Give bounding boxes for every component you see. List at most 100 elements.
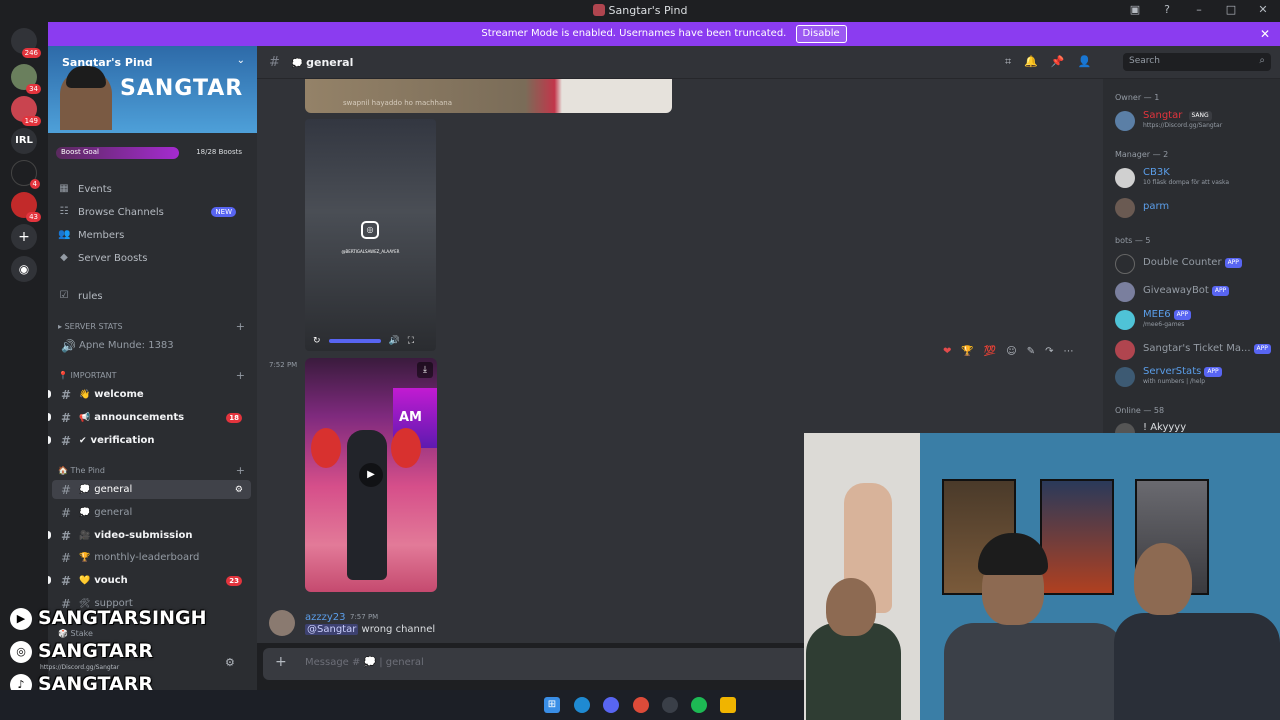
- members-icon: 👥: [58, 229, 71, 240]
- channel-apne-munde[interactable]: 🔊 Apne Munde: 1383: [52, 336, 251, 355]
- nav-events[interactable]: ▦ Events: [58, 183, 112, 195]
- channel-settings-icon[interactable]: ⚙: [235, 485, 243, 495]
- chevron-down-icon[interactable]: ⌄: [237, 55, 245, 66]
- server-icon[interactable]: 34: [11, 64, 41, 94]
- close-banner-icon[interactable]: ✕: [1260, 22, 1270, 46]
- edge-icon[interactable]: [574, 697, 590, 713]
- server-icon[interactable]: 4: [11, 160, 40, 189]
- poster-image: [1040, 479, 1114, 595]
- channel-rules[interactable]: ☑ rules: [58, 290, 103, 302]
- maximize-button[interactable]: □: [1224, 3, 1238, 16]
- download-icon[interactable]: ⤓: [417, 362, 433, 378]
- category-the-pind[interactable]: 🏠 The Pind: [58, 466, 105, 475]
- add-server-icon[interactable]: +: [11, 224, 37, 250]
- close-window-button[interactable]: ✕: [1256, 3, 1270, 16]
- minimize-button[interactable]: –: [1192, 3, 1206, 16]
- spotify-icon[interactable]: [691, 697, 707, 713]
- add-channel-icon[interactable]: +: [236, 320, 245, 333]
- channel-monthly-leaderboard[interactable]: # 🏆 monthly-leaderboard: [52, 548, 251, 567]
- taskbar: ⊞: [0, 690, 804, 720]
- member-item[interactable]: Double Counter APP: [1115, 253, 1275, 275]
- volume-slider[interactable]: [328, 339, 381, 343]
- nav-server-boosts[interactable]: ◆ Server Boosts: [58, 252, 147, 264]
- calendar-icon: ▦: [59, 183, 69, 194]
- member-list-icon[interactable]: 👤: [1078, 55, 1092, 69]
- server-icon[interactable]: 149: [11, 96, 41, 126]
- inbox-icon[interactable]: ▣: [1128, 3, 1142, 16]
- avatar: [1115, 340, 1135, 360]
- category-important[interactable]: 📍 IMPORTANT: [58, 371, 116, 380]
- browse-icon: ☷: [59, 206, 69, 217]
- category-stake[interactable]: 🎲 Stake: [58, 629, 93, 638]
- discord-icon[interactable]: [603, 697, 619, 713]
- bell-icon[interactable]: 🔔: [1024, 55, 1038, 69]
- member-item[interactable]: ServerStats APP with numbers | /help: [1115, 366, 1275, 388]
- play-icon[interactable]: ▶: [359, 463, 383, 487]
- webcam-overlay: [804, 433, 1280, 720]
- channel-verification[interactable]: # ✔ verification: [48, 431, 251, 450]
- channel-announcements[interactable]: # 📢 announcements 18: [48, 408, 251, 427]
- boost-goal[interactable]: Boost Goal 18/28 Boosts: [56, 147, 248, 159]
- user-settings-icon[interactable]: ⚙: [225, 656, 235, 669]
- server-icon-irl[interactable]: IRL: [11, 128, 37, 154]
- message-author[interactable]: azzzy23: [305, 612, 346, 623]
- server-avatar-icon: [592, 4, 605, 16]
- explore-icon[interactable]: ◉: [11, 256, 37, 282]
- fullscreen-icon[interactable]: ⛶: [408, 336, 414, 346]
- member-item[interactable]: Sangtar SANG https://Discord.gg/Sangtar: [1115, 110, 1275, 132]
- channel-header: # 💭 general ⌗ 🔔 📌 👤 Search ⌕: [257, 46, 1280, 79]
- member-item[interactable]: GiveawayBot APP: [1115, 281, 1275, 303]
- channel-general-selected[interactable]: # 💭 general ⚙: [52, 480, 251, 499]
- chrome-icon[interactable]: [633, 697, 649, 713]
- image-attachment[interactable]: swapnil hayaddo ho machhana: [305, 79, 672, 113]
- forward-icon[interactable]: ↷: [1045, 346, 1053, 357]
- nav-browse-channels[interactable]: ☷ Browse Channels NEW: [58, 206, 248, 218]
- nav-members[interactable]: 👥 Members: [58, 229, 124, 241]
- avatar: [1115, 168, 1135, 188]
- channel-video-submission[interactable]: # 🎥 video-submission: [48, 526, 251, 545]
- reaction-icon[interactable]: 🏆: [961, 346, 973, 357]
- app-icon[interactable]: [662, 697, 678, 713]
- more-icon[interactable]: ⋯: [1064, 346, 1074, 357]
- add-channel-icon[interactable]: +: [236, 369, 245, 382]
- replay-icon[interactable]: ↻: [313, 336, 321, 346]
- user-mention[interactable]: @Sangtar: [305, 624, 359, 635]
- video-controls: ↻ 🔊 ⛶: [305, 331, 436, 351]
- pin-icon[interactable]: 📌: [1051, 55, 1065, 69]
- video-attachment[interactable]: AM ▶ ⤓: [305, 358, 437, 592]
- member-category: Manager — 2: [1115, 150, 1169, 159]
- category-server-stats[interactable]: ▸ SERVER STATS: [58, 322, 123, 331]
- add-channel-icon[interactable]: +: [236, 464, 245, 477]
- volume-icon[interactable]: 🔊: [389, 336, 400, 346]
- video-attachment[interactable]: ◎ @BERTIGALSAWEZ_ALAAYER: [305, 119, 436, 351]
- avatar[interactable]: [269, 610, 295, 636]
- member-item[interactable]: Sangtar's Ticket Ma... APP: [1115, 339, 1275, 361]
- new-badge: NEW: [211, 207, 236, 217]
- member-item[interactable]: CB3K 10 fläsk dompa för att vaska: [1115, 167, 1275, 189]
- start-icon[interactable]: ⊞: [544, 697, 560, 713]
- channel-vouch[interactable]: # 💛 vouch 23: [48, 571, 251, 590]
- streamer-mode-banner: Streamer Mode is enabled. Usernames have…: [48, 22, 1280, 46]
- direct-messages-icon[interactable]: 246: [11, 28, 41, 58]
- threads-icon[interactable]: ⌗: [1005, 55, 1011, 69]
- server-header[interactable]: Sangtar's Pind ⌄ SANGTAR: [48, 46, 257, 133]
- hundred-reaction-icon[interactable]: 💯: [984, 346, 996, 357]
- member-item[interactable]: parm: [1115, 197, 1275, 219]
- edit-icon[interactable]: ✎: [1027, 346, 1035, 357]
- add-reaction-icon[interactable]: ☺: [1006, 346, 1016, 357]
- server-icon[interactable]: 43: [11, 192, 41, 222]
- mention-badge: 18: [226, 412, 242, 423]
- help-icon[interactable]: ?: [1160, 3, 1174, 16]
- rules-icon: ☑: [59, 290, 69, 301]
- composer-placeholder: Message # 💭 | general: [305, 657, 424, 668]
- file-explorer-icon[interactable]: [720, 697, 736, 713]
- hash-icon: #: [61, 387, 72, 402]
- disable-streamer-button[interactable]: Disable: [795, 25, 847, 43]
- search-input[interactable]: Search ⌕: [1123, 53, 1271, 71]
- channel-general[interactable]: # 💭 general: [52, 503, 251, 522]
- channel-welcome[interactable]: # 👋 welcome: [48, 385, 251, 404]
- member-item[interactable]: MEE6 APP /mee6-games: [1115, 309, 1275, 331]
- add-attachment-icon[interactable]: +: [275, 654, 287, 670]
- server-banner-text: SANGTAR: [120, 76, 244, 101]
- heart-reaction-icon[interactable]: ❤: [943, 346, 951, 357]
